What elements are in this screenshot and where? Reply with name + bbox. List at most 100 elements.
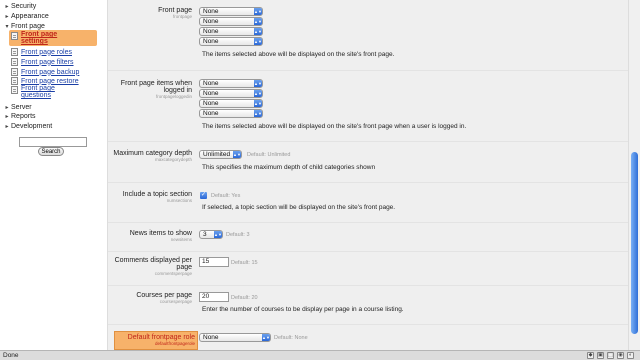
divider [108,70,628,71]
news-items-select[interactable]: 3 ▲▼ [199,230,223,239]
chevron-down-icon: ▲▼ [254,80,262,87]
settings-form: Front page frontpage None ▲▼ None ▲▼ None ▲… [108,0,628,350]
highlighted-setting-label: Default frontpage role defaultfrontpager… [114,331,198,350]
setting-name: coursesperpage [159,299,192,304]
front-page-logged-in-select-1[interactable]: None ▲▼ [199,79,263,88]
triangle-right-icon[interactable]: ▸ [3,104,11,111]
setting-label-comments-per-page: Comments displayed per page commentsperp… [108,257,192,276]
default-value-label: Default: 3 [226,232,250,238]
setting-name: defaultfrontpagerole [154,341,195,346]
front-page-select-3[interactable]: None ▲▼ [199,27,263,36]
chevron-down-icon: ▲▼ [254,110,262,117]
sidebar-item-label: Appearance [11,12,49,20]
include-topic-section-description: If selected, a topic section will be dis… [202,204,396,211]
courses-per-page-description: Enter the number of courses to be displa… [202,306,404,313]
default-value-label: Default: Unlimited [247,152,291,158]
sidebar-item-label[interactable]: Front page questions [21,85,59,99]
page-icon [11,86,18,94]
setting-title: Include a topic section [122,191,192,198]
setting-label-max-category-depth: Maximum category depth maxcategorydepth [108,150,192,162]
sidebar-item-front-page-roles[interactable]: Front page roles [11,47,72,57]
divider [108,251,628,252]
sidebar-item-front-page-questions[interactable]: Front page questions [11,85,59,101]
page-icon [11,77,18,85]
chevron-down-icon: ▲▼ [254,8,262,15]
sidebar-item-front-page-filters[interactable]: Front page filters [11,57,74,67]
checkmark-icon: ✓ [200,192,207,198]
sidebar-item-label: Reports [11,112,36,120]
sidebar-item-label: Security [11,2,37,10]
sidebar-item-reports[interactable]: ▸ Reports [3,111,36,121]
admin-tree-sidebar: ▸ Security ▸ Appearance ▾ Front page Fro… [0,0,108,350]
setting-label-news-items: News items to show newsitems [108,230,192,242]
default-value-label: Default: Yes [211,193,241,199]
front-page-select-2[interactable]: None ▲▼ [199,17,263,26]
triangle-right-icon[interactable]: ▸ [3,3,11,10]
setting-title: Maximum category depth [113,150,192,157]
setting-title-line2: logged in [163,87,192,94]
front-page-logged-in-description: The items selected above will be display… [202,123,467,130]
front-page-logged-in-select-4[interactable]: None ▲▼ [199,109,263,118]
front-page-logged-in-select-3[interactable]: None ▲▼ [199,99,263,108]
setting-title: Courses per page [136,292,192,299]
courses-per-page-input[interactable]: 20 [199,292,229,302]
page-icon [11,68,18,76]
sidebar-item-label[interactable]: Front page restore [21,78,79,85]
select-value: None [203,110,219,117]
status-icon[interactable]: ◆ [587,352,594,359]
sidebar-item-front-page-settings[interactable]: Front page settings [9,30,97,46]
triangle-right-icon[interactable]: ▸ [3,123,11,130]
select-value: None [203,80,219,87]
sidebar-item-label[interactable]: Front page roles [21,49,72,56]
sidebar-item-label[interactable]: Front page settings [21,31,81,45]
triangle-right-icon[interactable]: ▸ [3,13,11,20]
max-category-depth-description: This specifies the maximum depth of chil… [202,164,376,171]
setting-name: maxcategorydepth [154,157,192,162]
select-value: None [203,100,219,107]
sidebar-item-label: Development [11,122,53,130]
divider [108,324,628,325]
setting-label-front-page: Front page frontpage [108,7,192,19]
front-page-logged-in-select-2[interactable]: None ▲▼ [199,89,263,98]
setting-label-courses-per-page: Courses per page coursesperpage [108,292,192,304]
search-button[interactable]: Search [38,147,64,156]
page-icon [11,48,18,56]
include-topic-section-checkbox[interactable]: ✓ [200,192,207,199]
sidebar-item-development[interactable]: ▸ Development [3,121,52,131]
select-value: None [203,334,219,341]
sidebar-item-appearance[interactable]: ▸ Appearance [3,11,49,21]
select-value: 3 [203,231,207,238]
chevron-down-icon: ▲▼ [254,100,262,107]
triangle-right-icon[interactable]: ▸ [3,113,11,120]
setting-name: frontpage [172,14,192,19]
page-icon [11,58,18,66]
status-icon[interactable]: ▣ [597,352,604,359]
select-value: None [203,28,219,35]
setting-title: Default frontpage role [127,334,195,341]
status-icon[interactable]: ⬚ [607,352,614,359]
vertical-scrollbar[interactable] [628,0,640,350]
status-text: Done [3,352,19,359]
setting-name: commentsperpage [154,271,192,276]
sidebar-item-label[interactable]: Front page backup [21,69,79,76]
scrollbar-thumb[interactable] [631,152,638,334]
triangle-down-icon[interactable]: ▾ [3,23,11,30]
default-frontpage-role-select[interactable]: None ▲▼ [199,333,271,342]
default-value-label: Default: None [274,335,308,341]
divider [108,141,628,142]
status-icons: ◆ ▣ ⬚ ◉ ◐ [587,352,634,359]
front-page-select-4[interactable]: None ▲▼ [199,37,263,46]
divider [108,222,628,223]
sidebar-item-security[interactable]: ▸ Security [3,1,36,11]
sidebar-item-label[interactable]: Front page filters [21,59,74,66]
browser-status-bar: Done ◆ ▣ ⬚ ◉ ◐ [0,350,640,360]
setting-title: Front page [158,7,192,14]
admin-search-input[interactable] [19,137,87,147]
status-icon[interactable]: ◐ [627,352,634,359]
default-value-label: Default: 20 [231,295,258,301]
page-icon [11,32,18,40]
max-category-depth-select[interactable]: Unlimited ▲▼ [199,150,242,159]
status-icon[interactable]: ◉ [617,352,624,359]
comments-per-page-input[interactable]: 15 [199,257,229,267]
front-page-select-1[interactable]: None ▲▼ [199,7,263,16]
